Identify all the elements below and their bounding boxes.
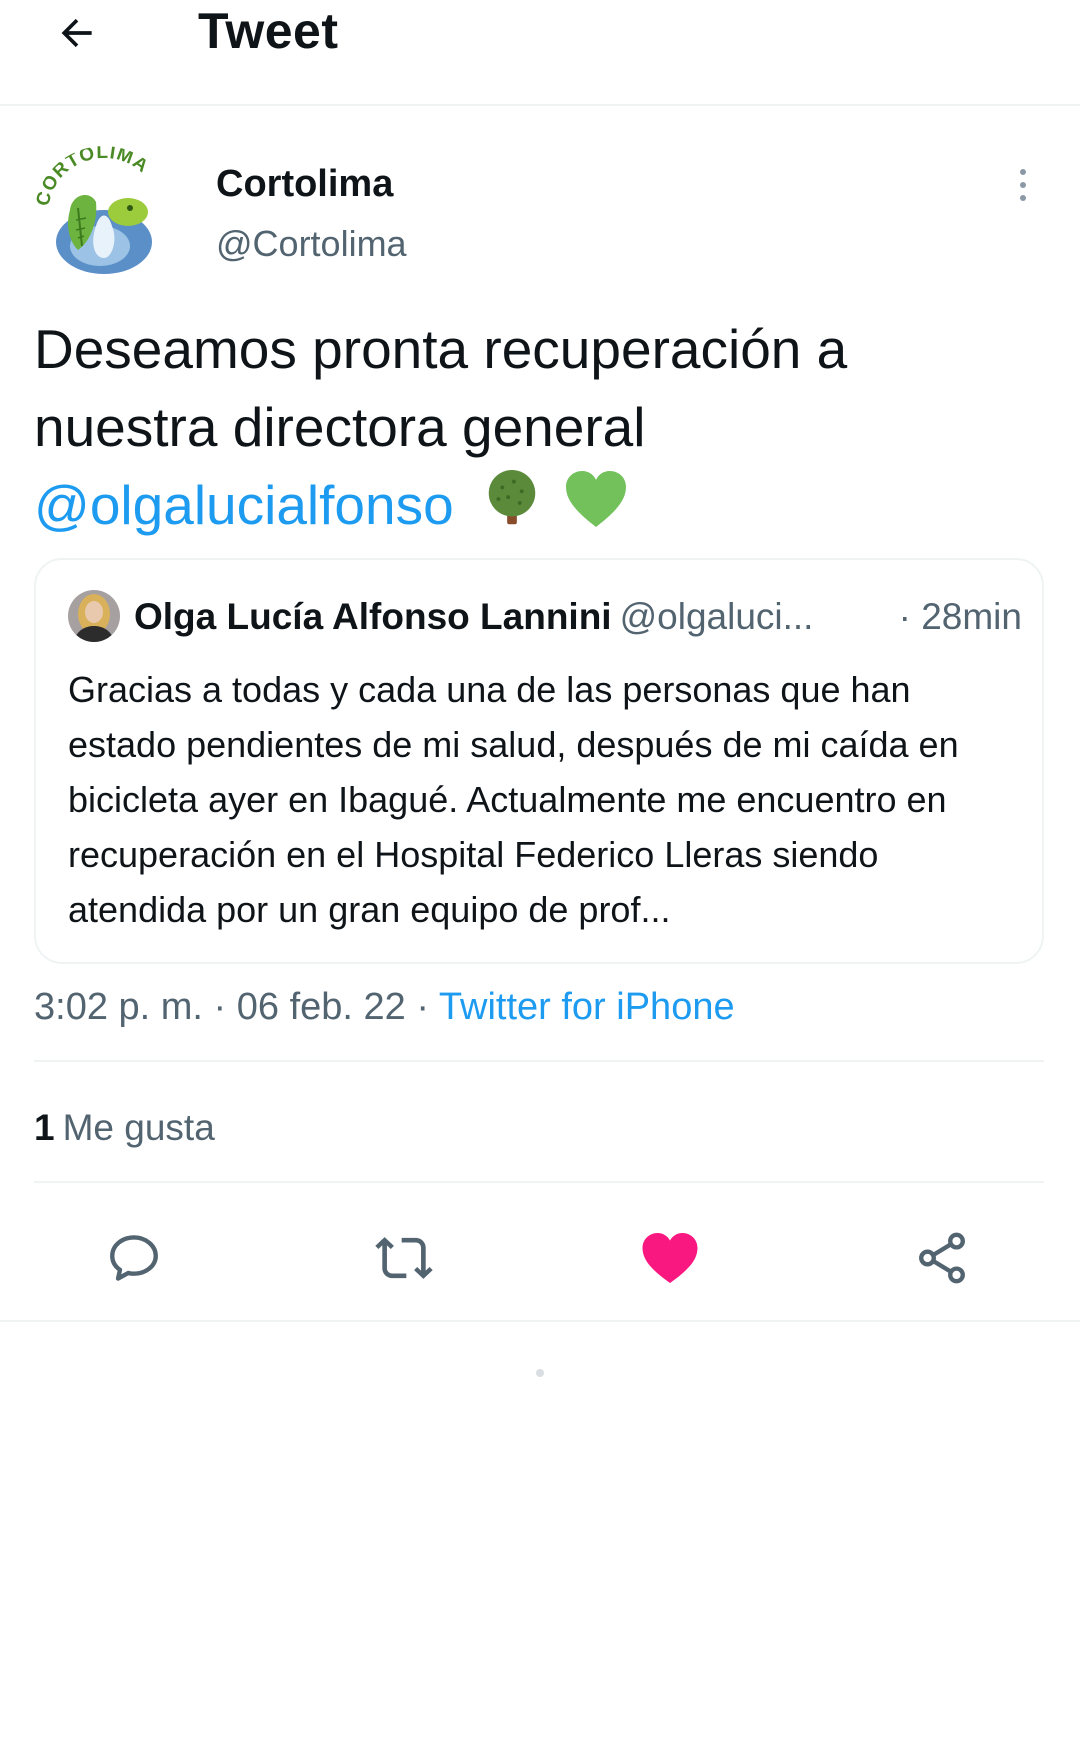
more-dot [1020,182,1026,188]
tweet-metadata: 3:02 p. m. · 06 feb. 22 · Twitter for iP… [34,982,735,1032]
arrow-left-icon [61,18,92,48]
divider [0,1320,1080,1322]
quote-body-text: Gracias a todas y cada una de las person… [68,669,959,930]
quote-timestamp: · 28min [898,596,1022,637]
reply-icon [110,1235,158,1281]
meta-separator: · [405,986,439,1028]
likes-label: Me gusta [62,1107,215,1148]
tweet-text: Deseamos pronta recuperación a nuestra d… [34,310,1044,550]
share-icon [919,1232,965,1284]
author-avatar[interactable]: CORTOLIMA [34,146,174,286]
meta-separator: · [202,986,237,1028]
tweet-source-link[interactable]: Twitter for iPhone [439,986,735,1028]
divider [34,1181,1044,1183]
like-button[interactable] [630,1218,710,1298]
tweet-date: 06 feb. 22 [236,986,406,1028]
share-button[interactable] [902,1218,982,1298]
more-dot [1020,169,1026,175]
divider [34,1060,1044,1062]
quote-author-handle: @olgaluci... [619,596,814,637]
tweet-body-text: Deseamos pronta recuperación a nuestra d… [34,318,848,458]
back-button[interactable] [44,0,110,66]
loading-indicator [536,1369,544,1377]
more-options-button[interactable] [1008,160,1038,210]
author-name[interactable]: Cortolima [216,162,393,206]
cortolima-logo: CORTOLIMA [34,146,156,276]
likes-count: 1 [34,1107,55,1148]
mention-link[interactable]: @olgalucialfonso [34,474,454,536]
page-title: Tweet [198,3,339,59]
top-bar: Tweet [0,0,1080,106]
quote-header: Olga Lucía Alfonso Lannini @olgaluci... ·… [134,592,1022,642]
likes-stat[interactable]: 1 Me gusta [34,1104,215,1152]
reply-button[interactable] [94,1218,174,1298]
green-heart-emoji-icon [564,469,628,549]
heart-filled-icon [642,1233,698,1283]
tree-emoji-icon [481,468,543,550]
author-handle[interactable]: @Cortolima [216,222,407,266]
quote-author-name: Olga Lucía Alfonso Lannini [134,596,612,637]
action-bar [0,1210,1080,1310]
quoted-tweet-card[interactable]: Olga Lucía Alfonso Lannini @olgaluci... ·… [34,558,1044,964]
tweet-time: 3:02 p. m. [34,986,203,1028]
more-dot [1020,195,1026,201]
quote-avatar[interactable] [68,590,120,642]
user-photo [68,590,120,642]
retweet-button[interactable] [364,1218,444,1298]
retweet-icon [375,1237,433,1279]
